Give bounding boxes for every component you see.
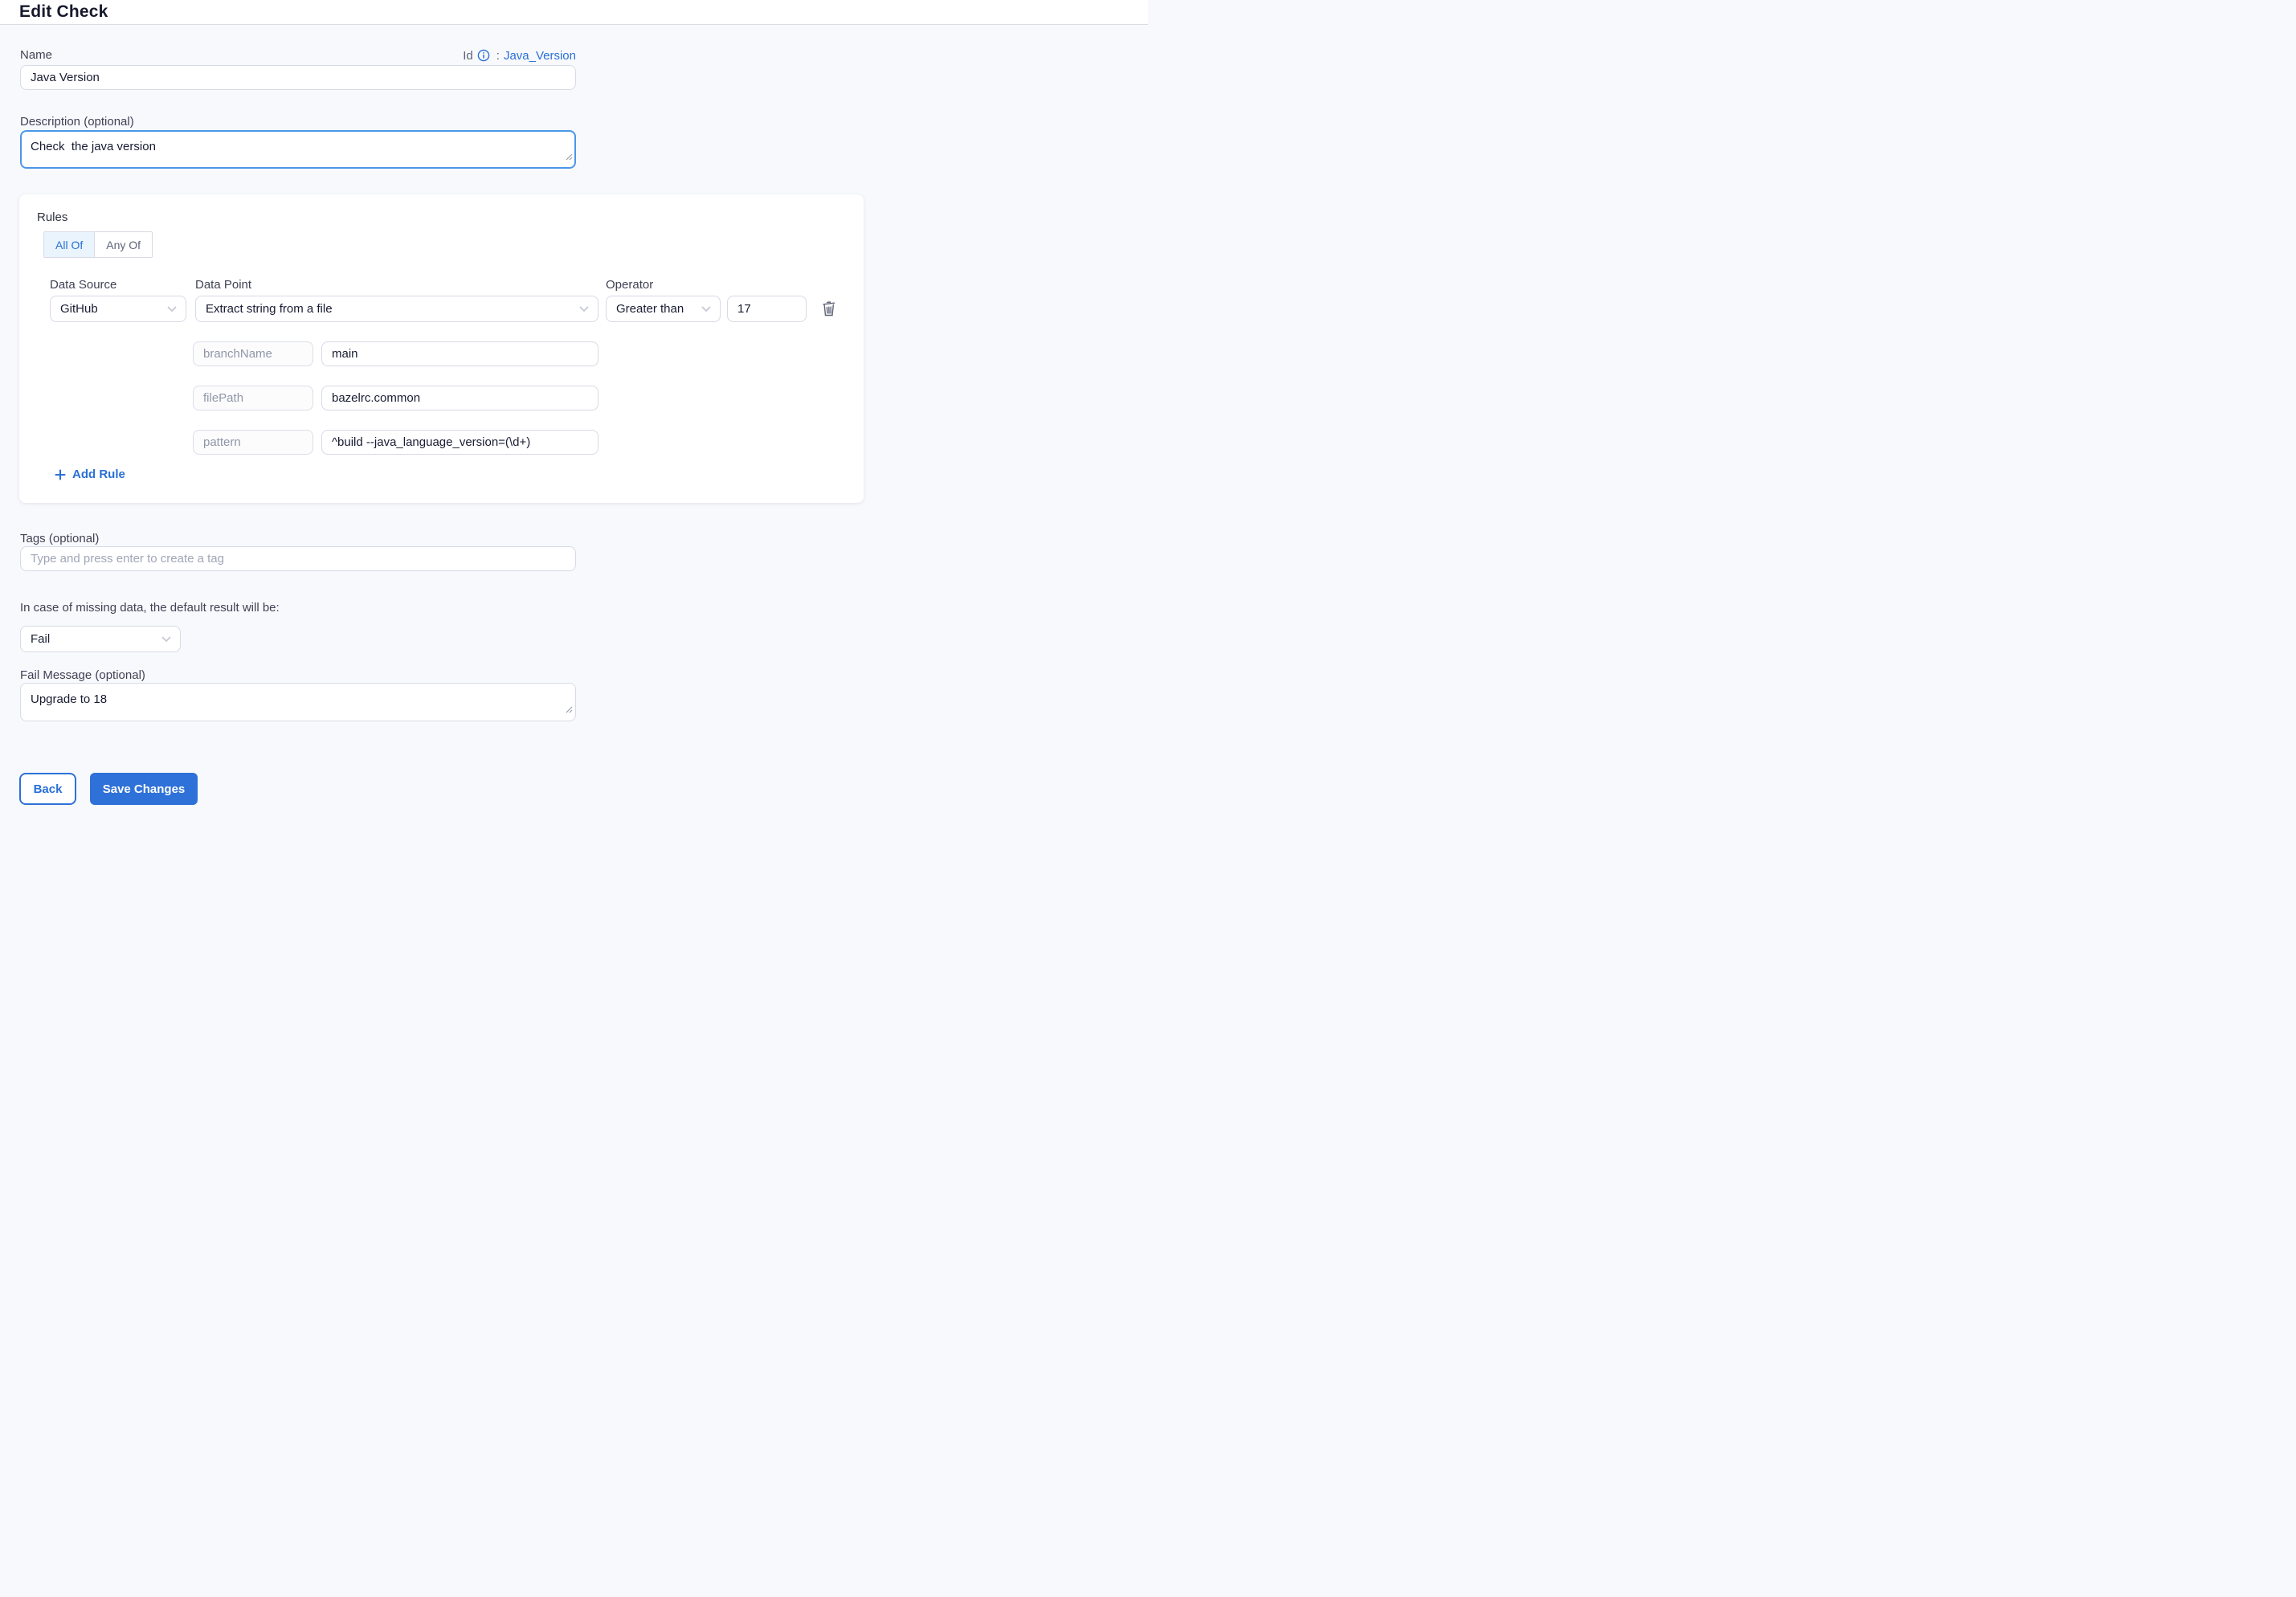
- param-key-filepath: filePath: [193, 386, 313, 410]
- fail-message-field-wrap: Upgrade to 18: [20, 683, 576, 721]
- param-value-branchname-input[interactable]: [321, 341, 599, 366]
- trash-icon: [821, 300, 837, 317]
- data-source-label: Data Source: [50, 278, 116, 292]
- delete-rule-button[interactable]: [818, 297, 840, 320]
- missing-data-select[interactable]: Fail: [20, 626, 181, 652]
- operator-value: Greater than: [616, 302, 684, 316]
- description-textarea[interactable]: Check the java version: [20, 130, 576, 169]
- param-value-pattern-input[interactable]: [321, 430, 599, 455]
- id-label: Id: [463, 49, 473, 63]
- page-title: Edit Check: [0, 0, 1148, 24]
- data-source-select[interactable]: GitHub: [50, 296, 186, 322]
- add-rule-label: Add Rule: [72, 468, 125, 481]
- missing-data-value: Fail: [31, 632, 50, 646]
- id-value-link[interactable]: Java_Version: [504, 49, 576, 63]
- plus-icon: [55, 469, 66, 480]
- operator-value-input[interactable]: [727, 296, 807, 322]
- description-label: Description (optional): [20, 115, 134, 129]
- toggle-all-of[interactable]: All Of: [44, 232, 95, 257]
- id-separator: :: [496, 49, 500, 63]
- rules-card: Rules All Of Any Of Data Source Data Poi…: [19, 194, 864, 503]
- rules-label: Rules: [37, 210, 67, 224]
- fail-message-textarea[interactable]: Upgrade to 18: [20, 683, 576, 721]
- chevron-down-icon: [579, 306, 589, 312]
- data-point-value: Extract string from a file: [206, 302, 333, 316]
- tags-input[interactable]: [20, 546, 576, 571]
- description-field-wrap: Check the java version: [20, 130, 576, 169]
- id-row: Id : Java_Version: [20, 48, 576, 63]
- page-header: Edit Check: [0, 0, 1148, 25]
- data-source-value: GitHub: [60, 302, 98, 316]
- param-key-branchname: branchName: [193, 341, 313, 366]
- data-point-select[interactable]: Extract string from a file: [195, 296, 599, 322]
- add-rule-button[interactable]: Add Rule: [55, 468, 125, 481]
- operator-select[interactable]: Greater than: [606, 296, 721, 322]
- name-input[interactable]: [20, 65, 576, 90]
- param-value-filepath-input[interactable]: [321, 386, 599, 410]
- missing-data-label: In case of missing data, the default res…: [20, 601, 280, 615]
- toggle-any-of[interactable]: Any Of: [95, 232, 152, 257]
- chevron-down-icon: [701, 306, 711, 312]
- data-point-label: Data Point: [195, 278, 251, 292]
- rules-mode-toggle: All Of Any Of: [43, 231, 153, 258]
- fail-message-label: Fail Message (optional): [20, 668, 145, 682]
- back-button[interactable]: Back: [19, 773, 76, 805]
- save-changes-button[interactable]: Save Changes: [90, 773, 198, 805]
- chevron-down-icon: [167, 306, 177, 312]
- chevron-down-icon: [161, 636, 171, 643]
- info-icon[interactable]: [477, 49, 490, 62]
- operator-label: Operator: [606, 278, 653, 292]
- tags-label: Tags (optional): [20, 532, 99, 545]
- param-key-pattern: pattern: [193, 430, 313, 455]
